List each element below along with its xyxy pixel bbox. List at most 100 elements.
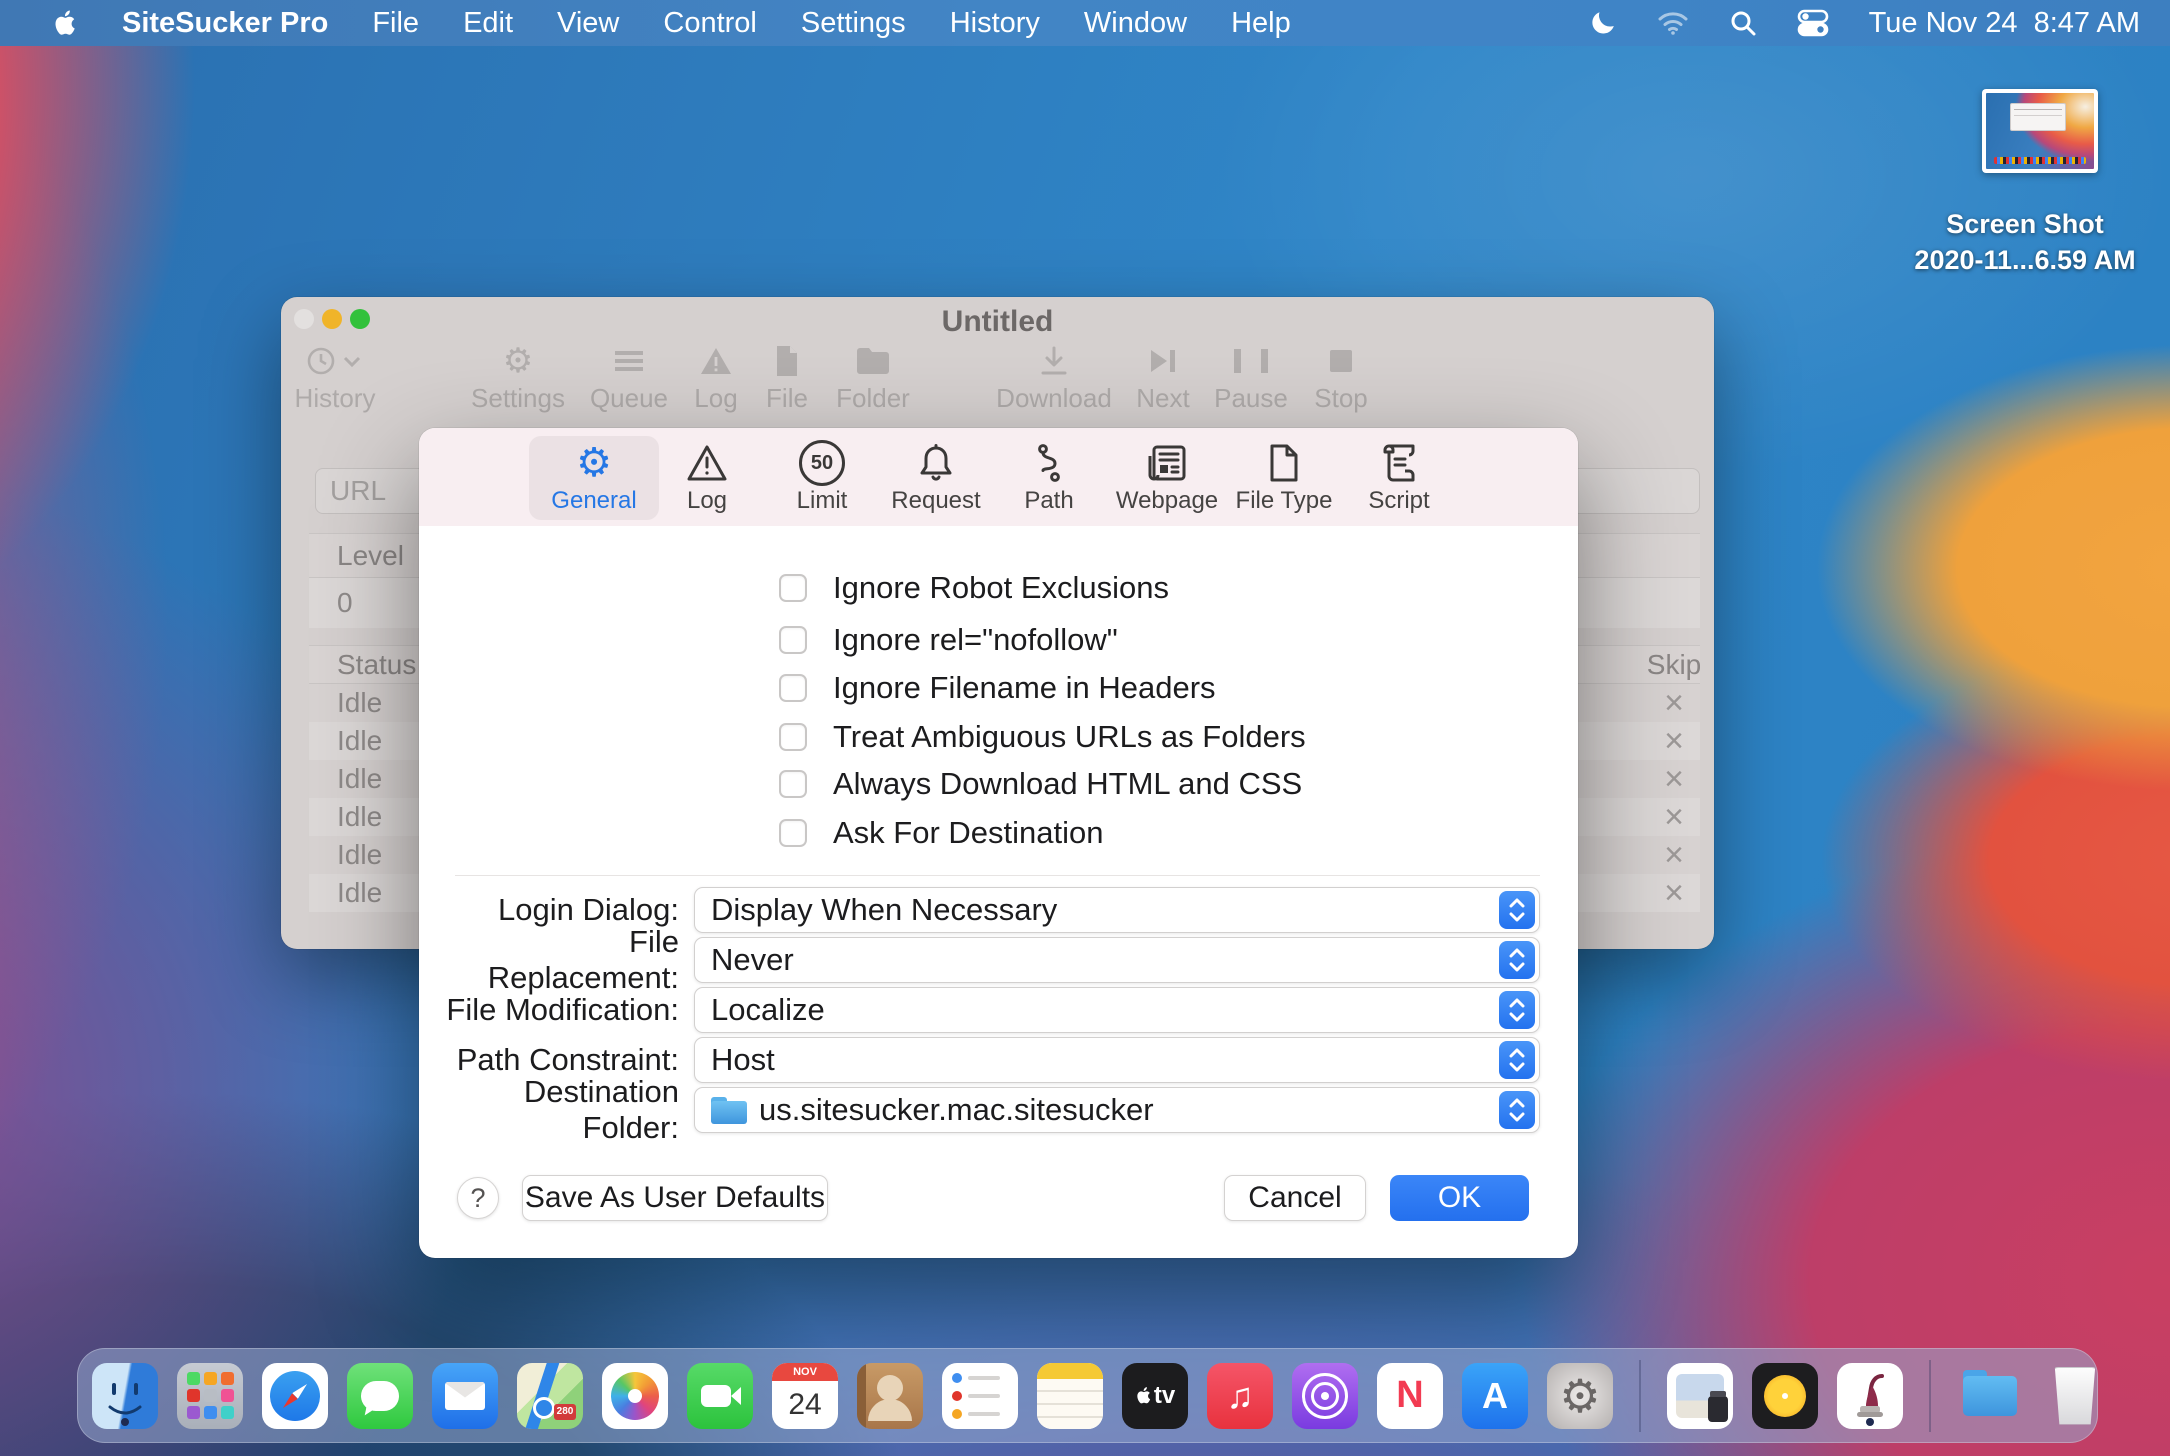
- menu-history[interactable]: History: [950, 7, 1040, 40]
- screenshot-thumbnail: [1986, 93, 2094, 169]
- tab-filetype[interactable]: File Type: [1219, 436, 1349, 520]
- newspaper-icon: [1146, 441, 1188, 485]
- dock-music-icon[interactable]: ♫: [1207, 1363, 1273, 1429]
- dock-system-preferences-icon[interactable]: ⚙: [1547, 1363, 1613, 1429]
- checkbox-ask-for-destination[interactable]: [779, 819, 807, 847]
- dock-divider: [1929, 1360, 1931, 1432]
- checkbox-always-download-html-css[interactable]: [779, 770, 807, 798]
- skip-x-button[interactable]: ×: [1620, 798, 1728, 836]
- window-toolbar: History ⚙ Settings Queue Log File Fold: [281, 343, 1714, 427]
- dock-news-icon[interactable]: N: [1377, 1363, 1443, 1429]
- section-divider: [455, 875, 1540, 876]
- tab-webpage[interactable]: Webpage: [1102, 436, 1232, 520]
- checkbox-row[interactable]: Ignore rel="nofollow": [779, 620, 1118, 660]
- ok-button[interactable]: OK: [1390, 1175, 1529, 1221]
- stepper-icon: [1499, 991, 1535, 1029]
- checkbox-row[interactable]: Treat Ambiguous URLs as Folders: [779, 717, 1306, 757]
- moon-icon[interactable]: [1589, 9, 1617, 37]
- dock-podcasts-icon[interactable]: [1292, 1363, 1358, 1429]
- toolbar-history-button[interactable]: History: [275, 343, 395, 414]
- tab-limit[interactable]: 50 Limit: [757, 436, 887, 520]
- checkbox-label: Ignore Filename in Headers: [833, 670, 1216, 706]
- select-row: File Replacement: Never: [435, 937, 1540, 983]
- skip-x-button[interactable]: ×: [1620, 874, 1728, 912]
- desktop-screenshot-file[interactable]: [1982, 89, 2098, 173]
- screenshot-file-label[interactable]: Screen Shot 2020-11...6.59 AM: [1880, 206, 2170, 278]
- login-dialog-select[interactable]: Display When Necessary: [694, 887, 1540, 933]
- dock-photos-icon[interactable]: [602, 1363, 668, 1429]
- tab-path[interactable]: Path: [984, 436, 1114, 520]
- path-constraint-value: Host: [711, 1042, 775, 1078]
- dock-mail-icon[interactable]: [432, 1363, 498, 1429]
- folder-icon: [813, 343, 933, 379]
- checkbox-row[interactable]: Ignore Robot Exclusions: [779, 568, 1169, 608]
- save-as-user-defaults-button[interactable]: Save As User Defaults: [522, 1175, 828, 1221]
- file-modification-select[interactable]: Localize: [694, 987, 1540, 1033]
- destination-folder-select[interactable]: us.sitesucker.mac.sitesucker: [694, 1087, 1540, 1133]
- toolbar-settings-button[interactable]: ⚙ Settings: [458, 343, 578, 414]
- path-constraint-select[interactable]: Host: [694, 1037, 1540, 1083]
- thumbnail-mini-window: [2010, 103, 2066, 131]
- warning-triangle-icon: [686, 441, 728, 485]
- menu-window[interactable]: Window: [1084, 7, 1187, 40]
- checkbox-row[interactable]: Ignore Filename in Headers: [779, 668, 1216, 708]
- menu-bar-clock[interactable]: Tue Nov 24 8:47 AM: [1869, 7, 2140, 40]
- cancel-button[interactable]: Cancel: [1224, 1175, 1366, 1221]
- dock: 280 NOV 24 tv ♫ N A ⚙: [77, 1348, 2098, 1443]
- checkbox-ignore-robot-exclusions[interactable]: [779, 574, 807, 602]
- dock-trash-icon[interactable]: [2042, 1363, 2108, 1429]
- apple-menu-icon[interactable]: [52, 8, 78, 38]
- checkbox-treat-ambiguous-urls[interactable]: [779, 723, 807, 751]
- document-icon: [1268, 441, 1300, 485]
- checkbox-ignore-rel-nofollow[interactable]: [779, 626, 807, 654]
- dock-facetime-icon[interactable]: [687, 1363, 753, 1429]
- dock-calendar-icon[interactable]: NOV 24: [772, 1363, 838, 1429]
- menu-bar: SiteSucker Pro File Edit View Control Se…: [0, 0, 2170, 46]
- checkbox-row[interactable]: Ask For Destination: [779, 813, 1104, 853]
- dock-utility-app-icon[interactable]: [1667, 1363, 1733, 1429]
- checkbox-ignore-filename-headers[interactable]: [779, 674, 807, 702]
- dock-notes-icon[interactable]: [1037, 1363, 1103, 1429]
- route-icon: [1031, 441, 1067, 485]
- toolbar-folder-button[interactable]: Folder: [813, 343, 933, 414]
- tab-general[interactable]: ⚙ General: [529, 436, 659, 520]
- skip-x-button[interactable]: ×: [1620, 760, 1728, 798]
- dock-launchpad-icon[interactable]: [177, 1363, 243, 1429]
- dock-djay-app-icon[interactable]: [1752, 1363, 1818, 1429]
- menu-settings[interactable]: Settings: [801, 7, 906, 40]
- wifi-icon[interactable]: [1657, 10, 1689, 36]
- dock-safari-icon[interactable]: [262, 1363, 328, 1429]
- help-button[interactable]: ?: [457, 1177, 499, 1219]
- tab-log[interactable]: Log: [642, 436, 772, 520]
- dock-sitesucker-icon[interactable]: [1837, 1363, 1903, 1429]
- dock-contacts-icon[interactable]: [857, 1363, 923, 1429]
- dock-appletv-icon[interactable]: tv: [1122, 1363, 1188, 1429]
- tab-script[interactable]: Script: [1334, 436, 1464, 520]
- toolbar-download-button[interactable]: Download: [994, 343, 1114, 414]
- dock-appstore-icon[interactable]: A: [1462, 1363, 1528, 1429]
- file-replacement-select[interactable]: Never: [694, 937, 1540, 983]
- window-title: Untitled: [281, 305, 1714, 339]
- window-titlebar[interactable]: Untitled: [281, 297, 1714, 341]
- menu-bar-app-name[interactable]: SiteSucker Pro: [122, 7, 328, 40]
- skip-x-button[interactable]: ×: [1620, 836, 1728, 874]
- search-icon[interactable]: [1729, 9, 1757, 37]
- menu-help[interactable]: Help: [1231, 7, 1291, 40]
- select-row: Destination Folder: us.sitesucker.mac.si…: [435, 1087, 1540, 1133]
- dock-downloads-folder-icon[interactable]: [1957, 1363, 2023, 1429]
- checkbox-row[interactable]: Always Download HTML and CSS: [779, 764, 1302, 804]
- dock-finder-icon[interactable]: [92, 1363, 158, 1429]
- menu-view[interactable]: View: [557, 7, 619, 40]
- dock-reminders-icon[interactable]: [942, 1363, 1018, 1429]
- toolbar-stop-button[interactable]: Stop: [1281, 343, 1401, 414]
- control-center-icon[interactable]: [1797, 9, 1829, 37]
- menu-edit[interactable]: Edit: [463, 7, 513, 40]
- menu-control[interactable]: Control: [663, 7, 757, 40]
- dock-maps-icon[interactable]: 280: [517, 1363, 583, 1429]
- tab-request[interactable]: Request: [871, 436, 1001, 520]
- menu-file[interactable]: File: [372, 7, 419, 40]
- skip-x-button[interactable]: ×: [1620, 722, 1728, 760]
- dock-messages-icon[interactable]: [347, 1363, 413, 1429]
- destination-folder-value: us.sitesucker.mac.sitesucker: [759, 1092, 1154, 1128]
- skip-x-button[interactable]: ×: [1620, 684, 1728, 722]
